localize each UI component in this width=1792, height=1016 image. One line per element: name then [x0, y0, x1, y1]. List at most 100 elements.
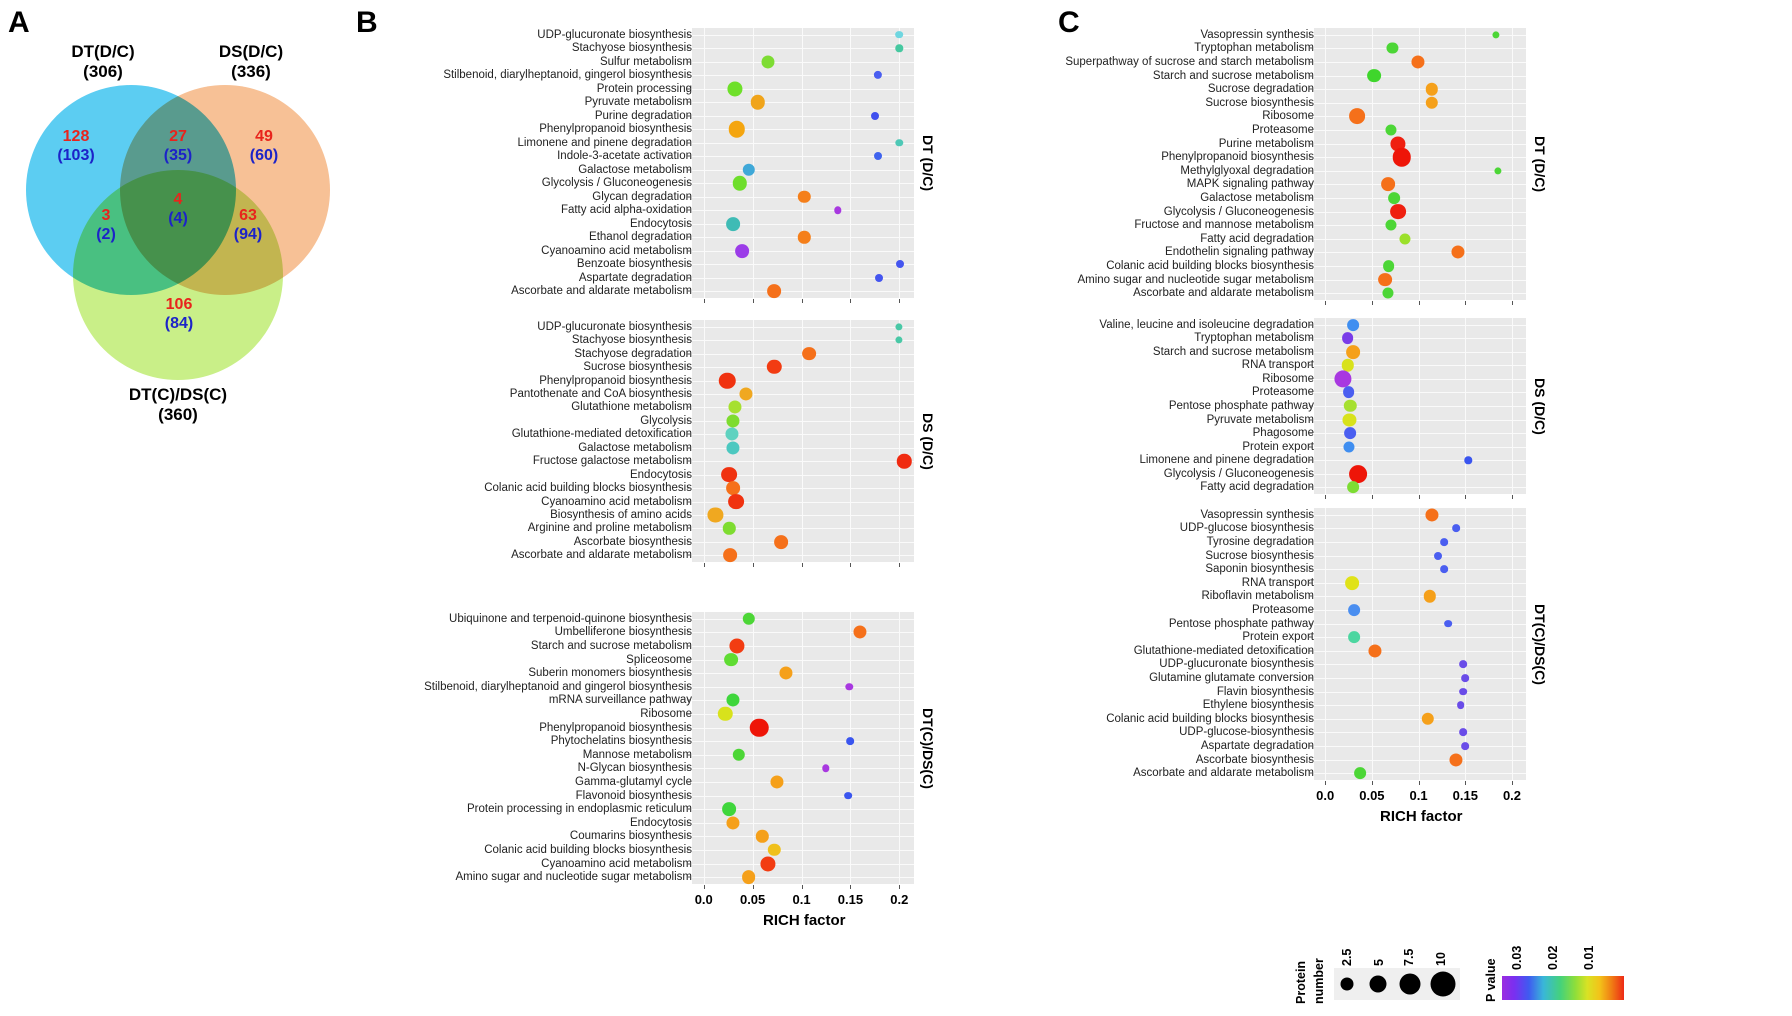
y-axis-tick — [1309, 224, 1313, 226]
y-axis-tick — [687, 501, 691, 502]
data-point — [718, 372, 736, 389]
gridline-h — [692, 210, 914, 212]
data-point — [732, 748, 746, 762]
gridline-h — [692, 541, 914, 543]
y-axis-label: Methylglyoxal degradation — [1180, 164, 1314, 177]
y-axis-label: Starch and sucrose metabolism — [1152, 345, 1314, 358]
y-axis-tick — [687, 645, 691, 647]
data-point — [873, 71, 882, 80]
y-axis-label: Stilbenoid, diarylheptanoid, gingerol bi… — [443, 69, 692, 82]
y-axis-label: Ascorbate and aldarate metabolism — [1133, 287, 1314, 300]
gridline-h — [1314, 705, 1526, 707]
figure-legend: Protein number 2.5 5 7.5 10 P value 0.03… — [1288, 928, 1708, 1008]
venn-up-dt-dtds: 3 — [101, 207, 111, 224]
gridline-h — [692, 34, 914, 36]
data-point — [798, 190, 811, 203]
y-axis-label: Flavin biosynthesis — [1216, 685, 1314, 698]
data-point — [726, 816, 740, 830]
data-point — [1366, 68, 1381, 83]
venn-down-ds-dtds: (94) — [233, 226, 263, 244]
data-point — [895, 336, 903, 344]
venn-diagram: DT(D/C) (306) DS(D/C) (336) DT(C)/DS(C) … — [0, 0, 352, 460]
data-point — [1439, 538, 1448, 546]
y-axis-tick — [687, 447, 691, 449]
y-axis-tick — [1309, 115, 1313, 117]
y-axis-label: UDP-glucuronate biosynthesis — [1159, 658, 1314, 671]
data-point — [1399, 233, 1411, 245]
y-axis-label: Fructose galactose metabolism — [532, 455, 692, 468]
data-point — [897, 453, 912, 469]
venn-down-dt-dtds: (2) — [96, 226, 116, 244]
legend-size-label-2: 7.5 — [1402, 948, 1416, 966]
y-axis-label: Mannose metabolism — [582, 748, 692, 761]
y-axis-tick — [687, 795, 691, 797]
data-point — [1434, 551, 1443, 560]
y-axis-label: Benzoate biosynthesis — [576, 258, 692, 271]
data-point — [724, 652, 738, 667]
y-axis-label: Aspartate degradation — [1200, 740, 1314, 752]
x-axis-tick — [752, 563, 754, 567]
data-point — [895, 323, 903, 331]
y-axis-tick — [1309, 265, 1313, 267]
y-axis-tick — [1309, 718, 1313, 720]
plot-area-C-DT — [1314, 28, 1526, 300]
y-axis-label: RNA transport — [1241, 359, 1314, 372]
data-point — [853, 625, 867, 639]
gridline-h — [692, 822, 914, 824]
dotplot-B-DTDS: Ubiquinone and terpenoid-quinone biosynt… — [360, 612, 940, 929]
gridline-h — [1314, 89, 1526, 91]
gridline-h — [1314, 143, 1526, 145]
gridline-h — [1314, 157, 1526, 159]
y-axis-label: Glycolysis / Gluconeogenesis — [1163, 205, 1314, 218]
y-axis-label: Vasopressin synthesis — [1200, 28, 1314, 41]
data-point — [1347, 481, 1360, 494]
y-axis-tick — [1309, 582, 1313, 584]
y-axis-label: Endocytosis — [629, 816, 692, 829]
y-axis-label: Colanic acid building blocks biosynthesi… — [484, 844, 692, 856]
venn-label-ds-name: DS(D/C) — [218, 42, 284, 61]
x-axis-tick — [1511, 781, 1513, 785]
data-point — [1341, 332, 1354, 345]
data-point — [1344, 399, 1357, 413]
y-axis-tick — [687, 487, 691, 489]
y-axis-label: N-Glycan biosynthesis — [577, 762, 692, 775]
gridline-h — [692, 407, 914, 409]
y-axis-tick — [687, 326, 691, 328]
x-axis-tick — [1325, 781, 1327, 785]
y-axis-label: Phenylpropanoid biosynthesis — [539, 123, 692, 136]
y-axis-label: Pyruvate metabolism — [1206, 413, 1314, 426]
data-point — [1334, 370, 1352, 388]
data-point — [1380, 177, 1395, 192]
data-point — [1385, 219, 1397, 231]
x-axis-tick — [703, 563, 705, 567]
data-point — [722, 802, 737, 817]
y-axis-label: Galactose metabolism — [1200, 192, 1314, 204]
data-point — [1390, 203, 1406, 220]
y-axis-tick — [687, 115, 691, 117]
data-point — [1392, 147, 1412, 167]
data-point — [723, 548, 738, 563]
data-point — [895, 139, 904, 147]
y-axis-tick — [1309, 391, 1313, 393]
y-axis-tick — [687, 781, 691, 783]
gridline-h — [1314, 487, 1526, 489]
gridline-v — [1465, 508, 1467, 780]
gridline-h — [1314, 528, 1526, 530]
y-axis-label: Purine degradation — [594, 109, 692, 122]
gridline-h — [1314, 473, 1526, 475]
x-axis-tick — [1418, 781, 1420, 785]
gridline-v — [703, 28, 705, 298]
x-axis-title-C: RICH factor — [1380, 808, 1463, 825]
data-point — [1459, 660, 1468, 669]
y-axis-tick — [1309, 183, 1313, 185]
x-axis-tick — [703, 299, 705, 303]
x-axis-tick — [850, 885, 852, 889]
y-axis-label: Stachyose biosynthesis — [571, 42, 692, 55]
legend-protein-title-1: Protein — [1294, 960, 1308, 1004]
x-axis-tick-label: 0.1 — [792, 892, 811, 907]
facet-strip-B-DTDS: DT(C)/DS(C) — [920, 707, 936, 789]
y-axis-label: Superpathway of sucrose and starch metab… — [1065, 56, 1314, 68]
dotplot-C-DS: Valine, leucine and isoleucine degradati… — [1062, 318, 1552, 499]
gridline-h — [692, 782, 914, 783]
data-point — [767, 843, 781, 857]
